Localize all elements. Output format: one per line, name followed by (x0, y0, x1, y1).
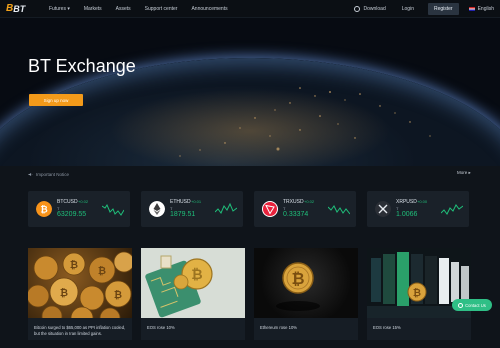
ticker-price: 0.33374 (283, 211, 309, 218)
ticker-card-btc[interactable]: ₿ BTCUSD +0.02 T 63209.55 (28, 191, 130, 227)
news-caption: EOS rose 10% (147, 325, 175, 330)
bitcoin-icon: ₿ (36, 201, 52, 217)
news-card[interactable]: ₿ Ethereum rose 10% (254, 248, 358, 340)
main-menu: Futures ▾ Markets Assets Support center … (49, 0, 242, 17)
ticker-change: +0.02 (304, 199, 315, 204)
hero-banner (0, 18, 500, 166)
news-card[interactable]: ₿ EOS rose 10% (141, 248, 245, 340)
news-image: ₿ (141, 248, 245, 318)
speaker-icon (28, 172, 33, 176)
download-icon (354, 5, 361, 12)
more-link[interactable]: More ▸ (457, 170, 471, 176)
ticker-card-xrp[interactable]: XRPUSD +0.00 T 1.0066 (367, 191, 469, 227)
ticker-pair: ETHUSD (170, 199, 191, 205)
menu-assets[interactable]: Assets (116, 6, 131, 12)
news-caption: EOS rose 15% (373, 325, 401, 330)
ticker-pair: XRPUSD (396, 199, 417, 205)
news-image: ₿ ₿ ₿ ₿ (28, 248, 132, 318)
svg-text:₿: ₿ (413, 287, 421, 299)
download-link[interactable]: Download (354, 5, 386, 12)
ticker-price: 63209.55 (57, 211, 87, 218)
sparkline (102, 203, 124, 216)
download-label: Download (363, 5, 386, 12)
menu-announcements[interactable]: Announcements (191, 6, 227, 12)
logo-mark: B (6, 3, 13, 14)
flag-icon (468, 6, 475, 11)
news-card[interactable]: ₿ EOS rose 15% (367, 248, 471, 340)
ticker-price: 1.0066 (396, 211, 418, 218)
notice-label: Important Notice (36, 171, 70, 177)
ethereum-icon (149, 201, 165, 217)
hero-title: BT Exchange (28, 56, 136, 76)
tron-icon (262, 201, 278, 217)
important-notice[interactable]: Important Notice (28, 170, 69, 178)
signup-button[interactable]: Sign up now (29, 94, 83, 106)
svg-text:₿: ₿ (191, 266, 202, 282)
ticker-change: +0.00 (417, 199, 428, 204)
ticker-change: +0.02 (78, 199, 89, 204)
ticker-card-trx[interactable]: TRXUSD +0.02 T 0.33374 (254, 191, 356, 227)
svg-text:₿: ₿ (114, 289, 122, 301)
ticker-card-eth[interactable]: ETHUSD +0.01 T 1879.51 (141, 191, 243, 227)
svg-text:₿: ₿ (98, 265, 106, 277)
login-link[interactable]: Login (402, 6, 414, 12)
ticker-change: +0.01 (191, 199, 202, 204)
menu-support-center[interactable]: Support center (145, 6, 178, 12)
sparkline (441, 204, 463, 215)
ticker-pair: TRXUSD (283, 199, 304, 205)
language-label: English (477, 5, 494, 12)
svg-text:₿: ₿ (60, 287, 68, 299)
ticker-price: 1879.51 (170, 211, 196, 218)
svg-text:₿: ₿ (70, 259, 78, 271)
svg-text:₿: ₿ (40, 205, 47, 215)
menu-markets[interactable]: Markets (84, 6, 102, 12)
city-lights-graphic (179, 87, 431, 157)
news-card[interactable]: ₿ ₿ ₿ ₿ Bitcoin surged to $65,000 as PPI in… (28, 248, 132, 340)
xrp-icon (375, 201, 391, 217)
contact-label: Contact Us (465, 302, 486, 308)
news-image: ₿ (254, 248, 358, 318)
svg-text:₿: ₿ (291, 270, 304, 288)
sparkline (215, 202, 237, 214)
logo[interactable]: B BT (6, 3, 25, 14)
chat-icon (458, 302, 464, 308)
register-button[interactable]: Register (427, 2, 459, 15)
sparkline (328, 205, 350, 215)
menu-futures[interactable]: Futures ▾ (49, 6, 70, 12)
logo-text: BT (13, 3, 26, 14)
news-caption: Ethereum rose 10% (260, 325, 298, 330)
news-caption: Bitcoin surged to $65,000 as PPI inflati… (34, 325, 126, 336)
ticker-pair: BTCUSD (57, 199, 78, 205)
language-selector[interactable]: English (468, 5, 494, 12)
contact-us-button[interactable]: Contact Us (452, 299, 492, 311)
nav-actions: Download Login Register English (354, 0, 494, 17)
